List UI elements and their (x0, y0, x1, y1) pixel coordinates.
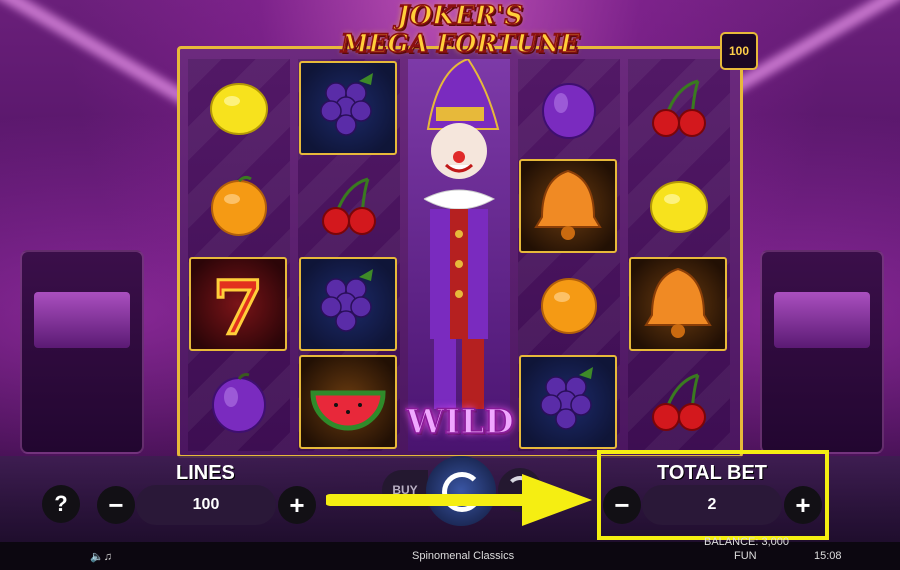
lines-increase-button[interactable]: + (278, 486, 316, 524)
reel-2 (298, 59, 400, 451)
lines-value-display: 100 (136, 485, 276, 525)
cherries-symbol (628, 59, 730, 157)
grapes-symbol (299, 257, 397, 351)
cherries-symbol (628, 353, 730, 451)
bell-symbol (519, 159, 617, 253)
joker-wild-symbol (408, 57, 510, 451)
logo-line-1: JOKER'S (396, 1, 523, 31)
logo-line-2: MEGA FORTUNE (340, 29, 580, 59)
help-button[interactable]: ? (42, 485, 80, 523)
game-logo: JOKER'S MEGA FORTUNE (330, 1, 590, 62)
seven-symbol: 7 (189, 257, 287, 354)
brand-label: Spinomenal Classics (412, 550, 515, 562)
reel-3 (408, 57, 510, 451)
lines-count-badge: 100 (720, 32, 758, 70)
lines-value: 100 (192, 496, 220, 513)
grapes-symbol (299, 61, 397, 155)
balance-label: BALANCE: 3,000 (704, 536, 789, 548)
minus-icon: − (108, 489, 124, 520)
lines-decrease-button[interactable]: − (97, 486, 135, 524)
watermelon-symbol (299, 355, 397, 449)
lemon-symbol (628, 157, 730, 255)
footer-bar: 🔈♫ Spinomenal Classics BALANCE: 3,000 FU… (0, 536, 900, 570)
sound-icon[interactable]: 🔈♫ (90, 550, 112, 563)
background-slot-machine-left (20, 250, 144, 454)
orange-symbol (518, 255, 620, 353)
plum-symbol (188, 353, 290, 451)
orange-symbol (188, 157, 290, 255)
help-icon: ? (54, 491, 68, 516)
total-bet-highlight (597, 450, 829, 540)
lemon-symbol (188, 59, 290, 157)
reel-5 (628, 59, 730, 451)
bell-symbol (629, 257, 727, 351)
clock-time: 15:08 (814, 550, 842, 562)
lines-label: LINES (176, 462, 235, 484)
plus-icon: + (289, 489, 305, 520)
reel-4 (518, 59, 620, 451)
reel-frame: 7 (177, 46, 743, 458)
reel-1: 7 (188, 59, 290, 451)
wild-label: WILD (406, 401, 515, 443)
background-slot-machine-right (760, 250, 884, 454)
arrow-annotation-icon (326, 474, 592, 526)
plum-symbol (518, 59, 620, 157)
svg-text:7: 7 (212, 266, 264, 349)
grapes-symbol (519, 355, 617, 449)
mode-label: FUN (734, 550, 757, 562)
cherries-symbol (298, 157, 400, 255)
